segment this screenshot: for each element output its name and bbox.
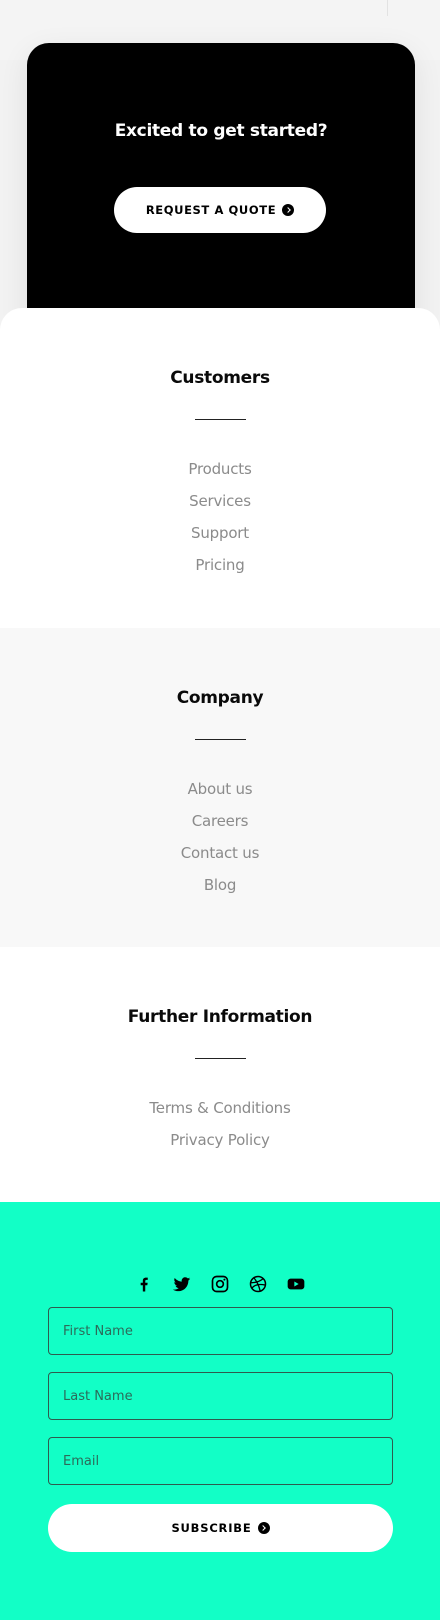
- cta-card: Excited to get started? REQUEST A QUOTE: [27, 43, 415, 343]
- top-divider: [387, 0, 388, 16]
- youtube-icon[interactable]: [286, 1274, 306, 1294]
- link-products[interactable]: Products: [188, 460, 251, 478]
- list-item: Privacy Policy: [0, 1124, 440, 1156]
- list-item: Terms & Conditions: [0, 1092, 440, 1124]
- list-item: Support: [0, 517, 440, 549]
- link-terms[interactable]: Terms & Conditions: [149, 1099, 290, 1117]
- company-divider: [195, 739, 246, 740]
- link-services[interactable]: Services: [189, 492, 251, 510]
- cta-title: Excited to get started?: [114, 121, 328, 141]
- link-support[interactable]: Support: [191, 524, 249, 542]
- instagram-icon[interactable]: [210, 1274, 230, 1294]
- customers-links: Products Services Support Pricing: [0, 453, 440, 581]
- customers-divider: [195, 419, 246, 420]
- customers-heading: Customers: [170, 368, 270, 388]
- subscribe-button[interactable]: SUBSCRIBE: [48, 1504, 393, 1552]
- customers-section: Customers Products Services Support Pric…: [0, 308, 440, 628]
- arrow-right-icon: [282, 204, 295, 216]
- list-item: Contact us: [0, 837, 440, 869]
- list-item: Blog: [0, 869, 440, 901]
- company-heading: Company: [176, 688, 264, 708]
- first-name-field[interactable]: [48, 1307, 393, 1355]
- link-pricing[interactable]: Pricing: [195, 556, 244, 574]
- company-section: Company About us Careers Contact us Blog: [0, 628, 440, 947]
- subscribe-label: SUBSCRIBE: [171, 1521, 252, 1535]
- list-item: Pricing: [0, 549, 440, 581]
- social-links: [0, 1274, 440, 1294]
- twitter-icon[interactable]: [172, 1274, 192, 1294]
- dribbble-icon[interactable]: [248, 1274, 268, 1294]
- facebook-icon[interactable]: [134, 1274, 154, 1294]
- further-links: Terms & Conditions Privacy Policy: [0, 1092, 440, 1156]
- link-privacy[interactable]: Privacy Policy: [170, 1131, 270, 1149]
- request-quote-label: REQUEST A QUOTE: [145, 203, 277, 217]
- list-item: Services: [0, 485, 440, 517]
- list-item: About us: [0, 773, 440, 805]
- further-divider: [195, 1058, 246, 1059]
- further-heading: Further Information: [127, 1007, 313, 1027]
- list-item: Products: [0, 453, 440, 485]
- company-links: About us Careers Contact us Blog: [0, 773, 440, 901]
- link-about-us[interactable]: About us: [188, 780, 253, 798]
- list-item: Careers: [0, 805, 440, 837]
- link-careers[interactable]: Careers: [192, 812, 249, 830]
- subscribe-section: SUBSCRIBE: [0, 1202, 440, 1620]
- request-quote-button[interactable]: REQUEST A QUOTE: [114, 187, 326, 233]
- link-blog[interactable]: Blog: [204, 876, 237, 894]
- further-information-section: Further Information Terms & Conditions P…: [0, 947, 440, 1202]
- email-field[interactable]: [48, 1437, 393, 1485]
- arrow-right-icon: [257, 1522, 270, 1534]
- link-contact-us[interactable]: Contact us: [181, 844, 260, 862]
- last-name-field[interactable]: [48, 1372, 393, 1420]
